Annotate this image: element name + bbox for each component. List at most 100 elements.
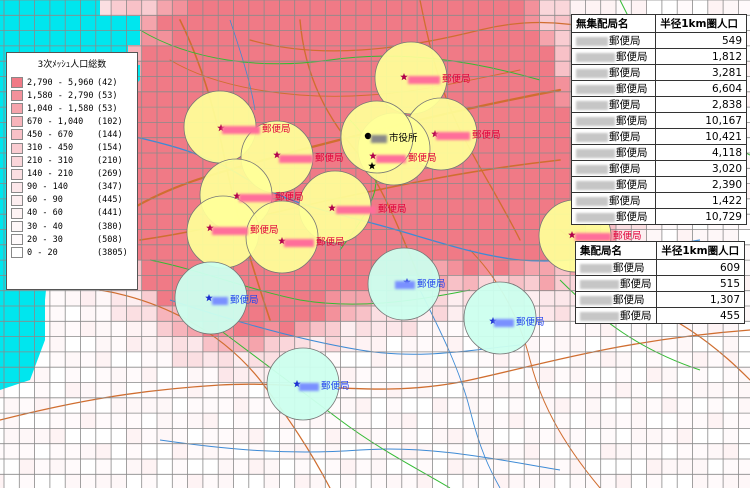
mesh-cell: [677, 413, 693, 429]
mesh-cell: [447, 183, 464, 200]
office-name-suffix: 郵便局: [616, 211, 648, 223]
mesh-cell: [218, 367, 234, 383]
mesh-cell: [340, 30, 357, 47]
population-cell: 2,838: [655, 96, 747, 113]
redacted-place-name: [279, 154, 313, 163]
mesh-cell: [493, 107, 510, 123]
mesh-cell: [65, 459, 81, 475]
mesh-cell: [355, 76, 372, 92]
office-name-suffix: 郵便局: [613, 262, 645, 274]
mesh-cell: [417, 214, 433, 230]
mesh-cell: [371, 214, 387, 230]
mesh-cell: [401, 15, 418, 31]
mesh-cell: [34, 443, 51, 460]
mesh-cell: [478, 45, 494, 62]
table-row: 郵便局 549: [570, 32, 747, 49]
legend-row: 20 - 30 (508): [7, 233, 137, 246]
mesh-cell: [707, 428, 724, 444]
mesh-cell: [355, 351, 372, 368]
mesh-cell: [661, 382, 678, 398]
redacted-place-name: [575, 232, 611, 241]
mesh-cell: [371, 321, 387, 337]
label-suffix: 郵便局: [316, 237, 345, 248]
mesh-cell: [65, 290, 81, 307]
mesh-cell: [202, 61, 219, 77]
mesh-cell: [631, 443, 647, 460]
mesh-cell: [554, 443, 571, 460]
mesh-cell: [493, 15, 510, 31]
legend-row: 2,790 - 5,960 (42): [7, 76, 137, 89]
mesh-cell: [661, 397, 678, 414]
mesh-cell: [600, 351, 617, 368]
mesh-cell: [34, 382, 51, 398]
mesh-cell: [432, 413, 448, 429]
mesh-cell: [248, 30, 265, 47]
mesh-cell: [539, 290, 555, 307]
hub-office-label: 郵便局: [494, 314, 545, 328]
mesh-cell: [355, 413, 372, 429]
mesh-cell: [661, 367, 678, 383]
mesh-cell: [463, 183, 479, 200]
mesh-cell: [264, 275, 280, 291]
mesh-cell: [19, 382, 35, 398]
mesh-cell: [401, 382, 418, 398]
mesh-cell: [172, 153, 188, 169]
mesh-cell: [141, 275, 158, 291]
mesh-cell: [34, 367, 51, 383]
mesh-cell: [325, 122, 341, 138]
mesh-cell: [141, 45, 158, 62]
mesh-cell: [126, 382, 142, 398]
label-suffix: 市役所: [389, 133, 418, 144]
mesh-cell: [264, 91, 280, 108]
mesh-cell: [447, 0, 464, 16]
mesh-cell: [554, 367, 571, 383]
hub-office-label: 郵便局: [395, 276, 446, 290]
mesh-cell: [447, 45, 464, 62]
mesh-cell: [141, 153, 158, 169]
mesh-cell: [463, 91, 479, 108]
mesh-cell: [233, 474, 249, 488]
mesh-cell: [310, 306, 326, 322]
mesh-cell: [539, 367, 555, 383]
mesh-cell: [600, 459, 617, 475]
table-row: 郵便局 609: [574, 259, 745, 276]
mesh-cell: [187, 459, 204, 475]
mesh-cell: [447, 15, 464, 31]
mesh-cell: [325, 474, 341, 488]
mesh-cell: [554, 45, 571, 62]
mesh-cell: [157, 61, 173, 77]
legend-range: 450 - 670: [27, 129, 74, 140]
mesh-cell: [172, 474, 188, 488]
mesh-cell: [187, 413, 204, 429]
mesh-cell: [49, 459, 66, 475]
mesh-cell: [554, 321, 571, 337]
mesh-cell: [371, 413, 387, 429]
mesh-cell: [692, 382, 708, 398]
mesh-cell: [524, 183, 540, 200]
mesh-cell: [141, 306, 158, 322]
office-name-suffix: 郵便局: [609, 67, 641, 79]
legend-swatch: [11, 168, 23, 180]
mesh-cell: [417, 382, 433, 398]
mesh-cell: [355, 260, 372, 276]
mesh-cell: [294, 0, 311, 16]
mesh-cell: [310, 91, 326, 108]
mesh-cell: [80, 382, 96, 398]
mesh-cell: [616, 367, 632, 383]
mesh-cell: [371, 459, 387, 475]
mesh-cell: [233, 15, 249, 31]
mesh-cell: [524, 428, 540, 444]
redacted-place-name: [494, 318, 514, 327]
mesh-cell: [111, 321, 127, 337]
mesh-cell: [616, 382, 632, 398]
mesh-cell: [80, 474, 96, 488]
redacted-name: [576, 164, 608, 174]
office-name-cell: 郵便局: [570, 64, 657, 81]
mesh-cell: [141, 168, 158, 184]
mesh-cell: [447, 443, 464, 460]
mesh-cell: [248, 474, 265, 488]
column-header-population: 半径1km圏人口: [656, 241, 745, 260]
table-row: 郵便局 3,281: [570, 64, 747, 81]
mesh-cell: [478, 61, 494, 77]
mesh-cell: [554, 122, 571, 138]
